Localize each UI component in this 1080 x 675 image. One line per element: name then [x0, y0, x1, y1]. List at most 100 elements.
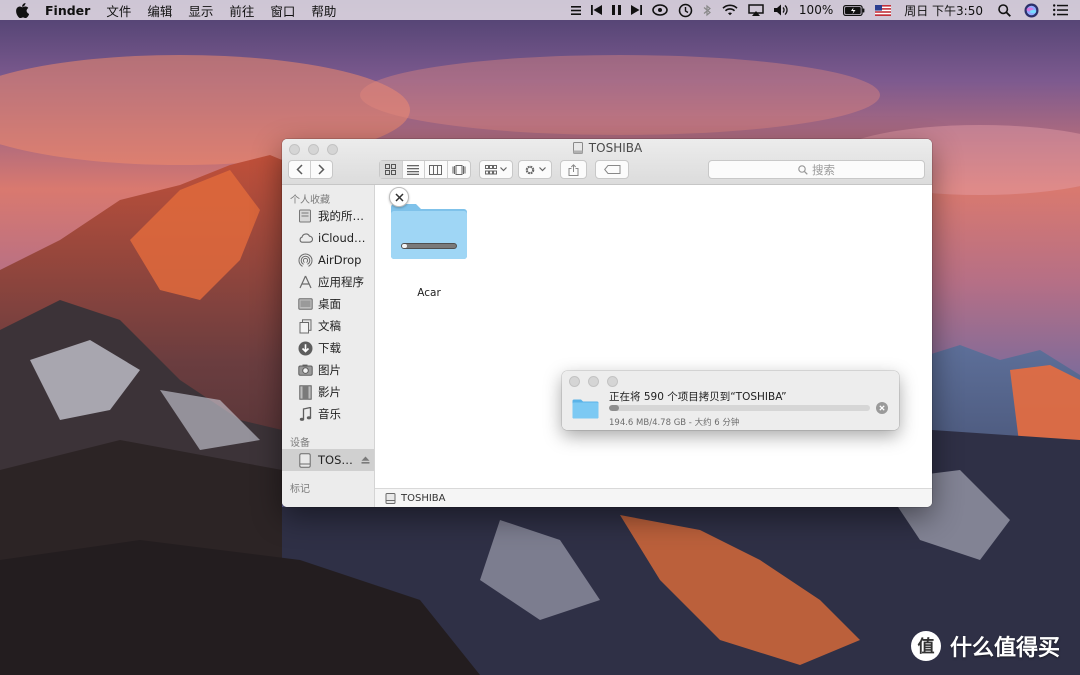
previous-track-icon[interactable] [586, 0, 607, 20]
notification-center-icon[interactable] [1047, 0, 1080, 20]
menu-window[interactable]: 窗口 [262, 1, 303, 20]
close-window-button[interactable] [569, 376, 580, 387]
chevron-down-icon [500, 167, 507, 172]
search-field[interactable]: 搜索 [708, 160, 925, 179]
window-title: TOSHIBA [282, 141, 932, 155]
siri-icon[interactable] [1016, 0, 1047, 20]
copy-progress-bar [609, 405, 870, 411]
drive-icon [297, 452, 313, 468]
nav-buttons [288, 160, 333, 179]
sidebar-item-airdrop[interactable]: AirDrop [282, 249, 374, 271]
chevron-left-icon [296, 164, 303, 175]
cover-flow-button[interactable] [448, 161, 470, 178]
forward-button[interactable] [311, 161, 332, 178]
app-menu-finder[interactable]: Finder [37, 3, 98, 18]
sidebar-item-music[interactable]: 音乐 [282, 403, 374, 425]
sidebar-section-tags: 标记 [290, 484, 310, 495]
sidebar-item-pictures[interactable]: 图片 [282, 359, 374, 381]
desktop-icon [297, 296, 313, 312]
airplay-icon[interactable] [743, 0, 769, 20]
pictures-icon [297, 362, 313, 378]
share-button[interactable] [560, 160, 587, 179]
menu-go[interactable]: 前往 [221, 1, 262, 20]
flag-us-icon[interactable] [870, 0, 896, 20]
folder-icon [572, 399, 599, 419]
copy-status-title: 正在将 590 个项目拷贝到“TOSHIBA” [609, 391, 787, 403]
sidebar-item-toshiba[interactable]: TOS… [282, 449, 374, 471]
drive-icon [385, 492, 396, 504]
file-item[interactable]: Acar [389, 187, 469, 299]
cancel-copy-button[interactable] [389, 187, 409, 207]
copy-status-detail: 194.6 MB/4.78 GB - 大约 6 分钟 [609, 418, 740, 428]
icloud-icon [297, 230, 313, 246]
sidebar-item-desktop[interactable]: 桌面 [282, 293, 374, 315]
menu-edit[interactable]: 编辑 [139, 1, 180, 20]
sidebar-item-downloads[interactable]: 下载 [282, 337, 374, 359]
edit-tags-button[interactable] [595, 160, 629, 179]
zoom-window-button[interactable] [607, 376, 618, 387]
menu-file[interactable]: 文件 [98, 1, 139, 20]
icon-view-button[interactable] [380, 161, 403, 178]
sidebar-item-label: 文稿 [318, 319, 341, 333]
eject-icon[interactable] [361, 456, 370, 464]
status-area: 100% 周日 下午3:50 [566, 0, 1080, 20]
column-view-button[interactable] [425, 161, 448, 178]
svg-text:值: 值 [918, 636, 935, 657]
downloads-icon [297, 340, 313, 356]
share-icon [568, 163, 579, 176]
airdrop-icon [297, 252, 313, 268]
volume-icon[interactable] [769, 0, 794, 20]
arrange-button[interactable] [479, 160, 513, 179]
menu-help[interactable]: 帮助 [303, 1, 344, 20]
sidebar-item-applications[interactable]: 应用程序 [282, 271, 374, 293]
battery-icon[interactable] [838, 0, 870, 20]
sidebar-item-label: 应用程序 [318, 275, 364, 289]
arrange-icon [485, 164, 497, 174]
action-button[interactable] [518, 160, 552, 179]
sidebar-item-all-my-files[interactable]: 我的所… [282, 205, 374, 227]
sidebar-item-label: iCloud… [318, 231, 366, 245]
window-title-text: TOSHIBA [588, 141, 643, 155]
search-icon [798, 164, 808, 175]
path-bar-item[interactable]: TOSHIBA [401, 493, 446, 504]
sidebar-item-icloud[interactable]: iCloud… [282, 227, 374, 249]
minimize-window-button[interactable] [588, 376, 599, 387]
spotlight-icon[interactable] [993, 0, 1016, 20]
search-placeholder: 搜索 [812, 162, 835, 177]
apple-menu-button[interactable] [0, 2, 37, 18]
path-bar: TOSHIBA [375, 488, 932, 507]
music-icon [297, 406, 313, 422]
pause-icon[interactable] [607, 0, 626, 20]
cancel-copy-button[interactable] [876, 402, 888, 414]
file-item-label: Acar [417, 287, 441, 299]
back-button[interactable] [289, 161, 311, 178]
column-view-icon [429, 164, 443, 175]
sidebar-item-label: 影片 [318, 385, 341, 399]
menu-bar: Finder 文件 编辑 显示 前往 窗口 帮助 100% 周日 下午3:50 [0, 0, 1080, 20]
chevron-down-icon [539, 167, 546, 172]
battery-percentage[interactable]: 100% [794, 0, 838, 20]
cover-flow-icon [452, 164, 466, 175]
menubar-clock[interactable]: 周日 下午3:50 [896, 0, 993, 20]
sidebar-item-documents[interactable]: 文稿 [282, 315, 374, 337]
bluetooth-icon[interactable] [698, 0, 717, 20]
watermark-text: 什么值得买 [950, 636, 1061, 661]
apple-icon [16, 2, 29, 18]
finder-titlebar: TOSHIBA 搜索 [282, 139, 932, 185]
menu-view[interactable]: 显示 [180, 1, 221, 20]
close-icon [394, 192, 404, 202]
creative-cloud-icon[interactable] [647, 0, 673, 20]
time-machine-icon[interactable] [673, 0, 698, 20]
sidebar-item-label: AirDrop [318, 253, 362, 267]
wifi-icon[interactable] [717, 0, 743, 20]
sidebar-section-devices: 设备 [290, 438, 310, 449]
finder-content: Acar [375, 185, 932, 488]
finder-window: TOSHIBA 搜索 个人收藏 我的所… iCloud… AirDrop 应用程… [282, 139, 932, 507]
sidebar-item-label: 下载 [318, 341, 341, 355]
movies-icon [297, 384, 313, 400]
watermark-logo: 值 [911, 631, 941, 661]
list-view-button[interactable] [403, 161, 425, 178]
list-menu-icon[interactable] [566, 0, 586, 20]
next-track-icon[interactable] [626, 0, 647, 20]
sidebar-item-movies[interactable]: 影片 [282, 381, 374, 403]
